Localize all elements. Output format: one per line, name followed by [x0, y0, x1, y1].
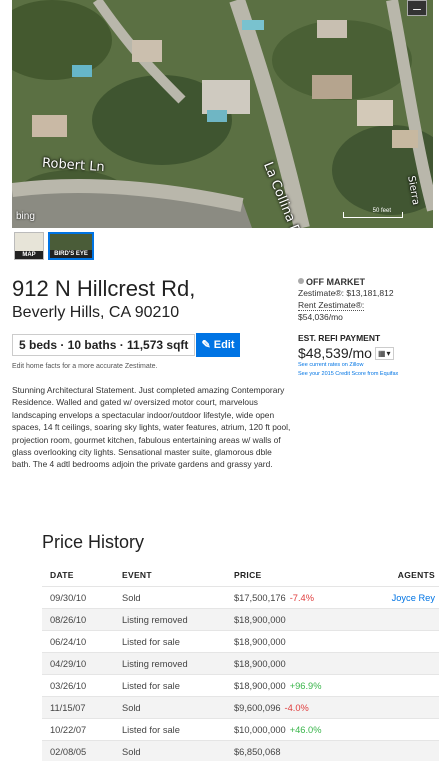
status-panel: OFF MARKET Zestimate®: $13,181,812 Rent … [298, 277, 439, 379]
zestimate-value: $13,181,812 [346, 288, 394, 298]
rent-zestimate-value: $54,036/mo [298, 312, 343, 322]
edit-facts-button[interactable]: ✎ Edit [196, 333, 240, 357]
row-event: Listed for sale [122, 724, 180, 735]
aerial-map[interactable]: Robert Ln La Collina Dr Sierra bing 50 f… [12, 0, 433, 228]
chevron-down-icon: ▾ [386, 348, 391, 358]
map-thumbnail[interactable]: MAP [14, 232, 44, 260]
minus-icon[interactable]: – [407, 0, 427, 16]
header-date: DATE [50, 570, 74, 580]
table-row: 11/15/07 Sold $9,600,096 -4.0% [42, 696, 439, 718]
rent-zestimate-label: Rent Zestimate®: [298, 300, 365, 311]
status-dot-icon [298, 278, 304, 284]
row-event: Listing removed [122, 658, 188, 669]
row-price: $6,850,068 [234, 746, 281, 757]
row-price-cell: $18,900,000 [234, 659, 372, 669]
price-history-title: Price History [42, 532, 145, 552]
zestimate: Zestimate®: $13,181,812 [298, 287, 439, 299]
map-scale-bar [343, 212, 403, 218]
calculator-dropdown[interactable]: ▦ ▾ [374, 346, 394, 360]
row-event: Sold [122, 702, 141, 713]
birds-eye-thumbnail[interactable]: BIRD'S EYE [48, 232, 94, 260]
row-change: -4.0% [284, 702, 309, 713]
listing-description: Stunning Architectural Statement. Just c… [12, 385, 291, 470]
row-date: 02/08/05 [50, 746, 87, 757]
home-facts: 5 beds · 10 baths · 11,573 sqft [12, 334, 196, 356]
row-price-cell: $18,900,000 +96.9% [234, 681, 372, 691]
row-date: 09/30/10 [50, 592, 87, 603]
row-price: $18,900,000 [234, 614, 286, 625]
row-event: Sold [122, 746, 141, 757]
table-row: 10/22/07 Listed for sale $10,000,000 +46.0% [42, 718, 439, 740]
current-rates-link[interactable]: See current rates on Zillow [298, 361, 439, 370]
calculator-icon: ▦ [377, 348, 386, 358]
refi-value: $48,539/mo [298, 345, 372, 361]
map-type-thumbnails: MAP BIRD'S EYE [14, 232, 94, 260]
table-row: 03/26/10 Listed for sale $18,900,000 +96.9% [42, 674, 439, 696]
row-event: Listed for sale [122, 680, 180, 691]
header-agents: AGENTS [397, 570, 435, 580]
row-price-cell: $10,000,000 +46.0% [234, 725, 372, 735]
row-price-cell: $18,900,000 [234, 637, 372, 647]
row-change: +46.0% [289, 724, 322, 735]
header-price: PRICE [234, 570, 262, 580]
refi-heading: EST. REFI PAYMENT [298, 333, 381, 343]
refi-payment: $48,539/mo ▦ ▾ [298, 345, 439, 361]
table-row: 09/30/10 Sold $17,500,176 -7.4% Joyce Rey [42, 586, 439, 608]
row-price: $18,900,000 [234, 636, 286, 647]
row-price-cell: $6,850,068 [234, 747, 372, 757]
table-row: 04/29/10 Listing removed $18,900,000 [42, 652, 439, 674]
credit-score-link[interactable]: See your 2015 Credit Score from Equifax [298, 370, 439, 379]
bing-logo: bing [16, 211, 35, 222]
row-date: 06/24/10 [50, 636, 87, 647]
row-agent[interactable]: Joyce Rey [372, 593, 439, 603]
row-price-cell: $17,500,176 -7.4% [234, 593, 372, 603]
pencil-icon: ✎ [201, 339, 211, 351]
table-row: 02/08/05 Sold $6,850,068 [42, 740, 439, 761]
row-date: 04/29/10 [50, 658, 87, 669]
table-row: 06/24/10 Listed for sale $18,900,000 [42, 630, 439, 652]
row-change: -7.4% [289, 592, 314, 603]
row-date: 11/15/07 [50, 702, 86, 713]
row-event: Listed for sale [122, 636, 180, 647]
rent-zestimate[interactable]: Rent Zestimate®: [298, 299, 439, 311]
row-date: 10/22/07 [50, 724, 87, 735]
table-header: DATE EVENT PRICE AGENTS [42, 564, 439, 586]
edit-hint: Edit home facts for a more accurate Zest… [12, 363, 158, 370]
map-imagery [12, 0, 433, 228]
header-event: EVENT [122, 570, 152, 580]
address-street: 912 N Hillcrest Rd, [12, 276, 196, 301]
row-price: $17,500,176 [234, 592, 286, 603]
price-history-table: DATE EVENT PRICE AGENTS 09/30/10 Sold $17,… [42, 564, 439, 761]
row-price: $18,900,000 [234, 658, 286, 669]
row-price: $18,900,000 [234, 680, 286, 691]
row-price: $10,000,000 [234, 724, 286, 735]
row-price-cell: $9,600,096 -4.0% [234, 703, 372, 713]
row-change: +96.9% [289, 680, 322, 691]
row-price-cell: $18,900,000 [234, 615, 372, 625]
row-date: 08/26/10 [50, 614, 87, 625]
row-event: Listing removed [122, 614, 188, 625]
market-status: OFF MARKET [298, 277, 439, 287]
row-date: 03/26/10 [50, 680, 87, 691]
zestimate-link[interactable]: Zestimate®: [298, 288, 344, 298]
row-price: $9,600,096 [234, 702, 281, 713]
address-city: Beverly Hills, CA 90210 [12, 304, 180, 321]
table-row: 08/26/10 Listing removed $18,900,000 [42, 608, 439, 630]
row-event: Sold [122, 592, 141, 603]
